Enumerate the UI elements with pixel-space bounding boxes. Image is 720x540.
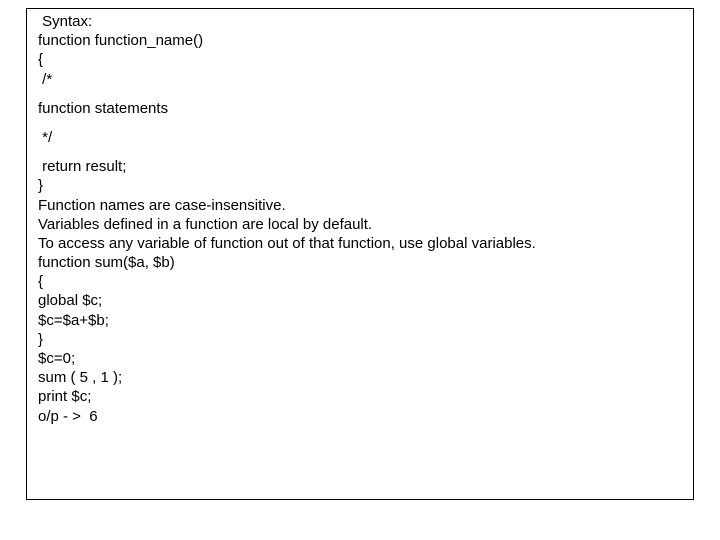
text-line: $c=0; bbox=[38, 349, 694, 368]
text-line: return result; bbox=[38, 157, 694, 176]
text-line: To access any variable of function out o… bbox=[38, 234, 694, 253]
text-line: $c=$a+$b; bbox=[38, 311, 694, 330]
text-line: { bbox=[38, 50, 694, 69]
text-line: function sum($a, $b) bbox=[38, 253, 694, 272]
text-line: function function_name() bbox=[38, 31, 694, 50]
text-line: Function names are case-insensitive. bbox=[38, 196, 694, 215]
text-line: print $c; bbox=[38, 387, 694, 406]
text-line: global $c; bbox=[38, 291, 694, 310]
slide-content: Syntax: function function_name() { /* fu… bbox=[38, 12, 694, 426]
text-line: sum ( 5 , 1 ); bbox=[38, 368, 694, 387]
text-line: { bbox=[38, 272, 694, 291]
text-line: Syntax: bbox=[38, 12, 694, 31]
text-line: */ bbox=[38, 128, 694, 147]
text-line: Variables defined in a function are loca… bbox=[38, 215, 694, 234]
text-line: } bbox=[38, 176, 694, 195]
text-line: /* bbox=[38, 70, 694, 89]
text-line: } bbox=[38, 330, 694, 349]
text-line: o/p - > 6 bbox=[38, 407, 694, 426]
text-line: function statements bbox=[38, 99, 694, 118]
